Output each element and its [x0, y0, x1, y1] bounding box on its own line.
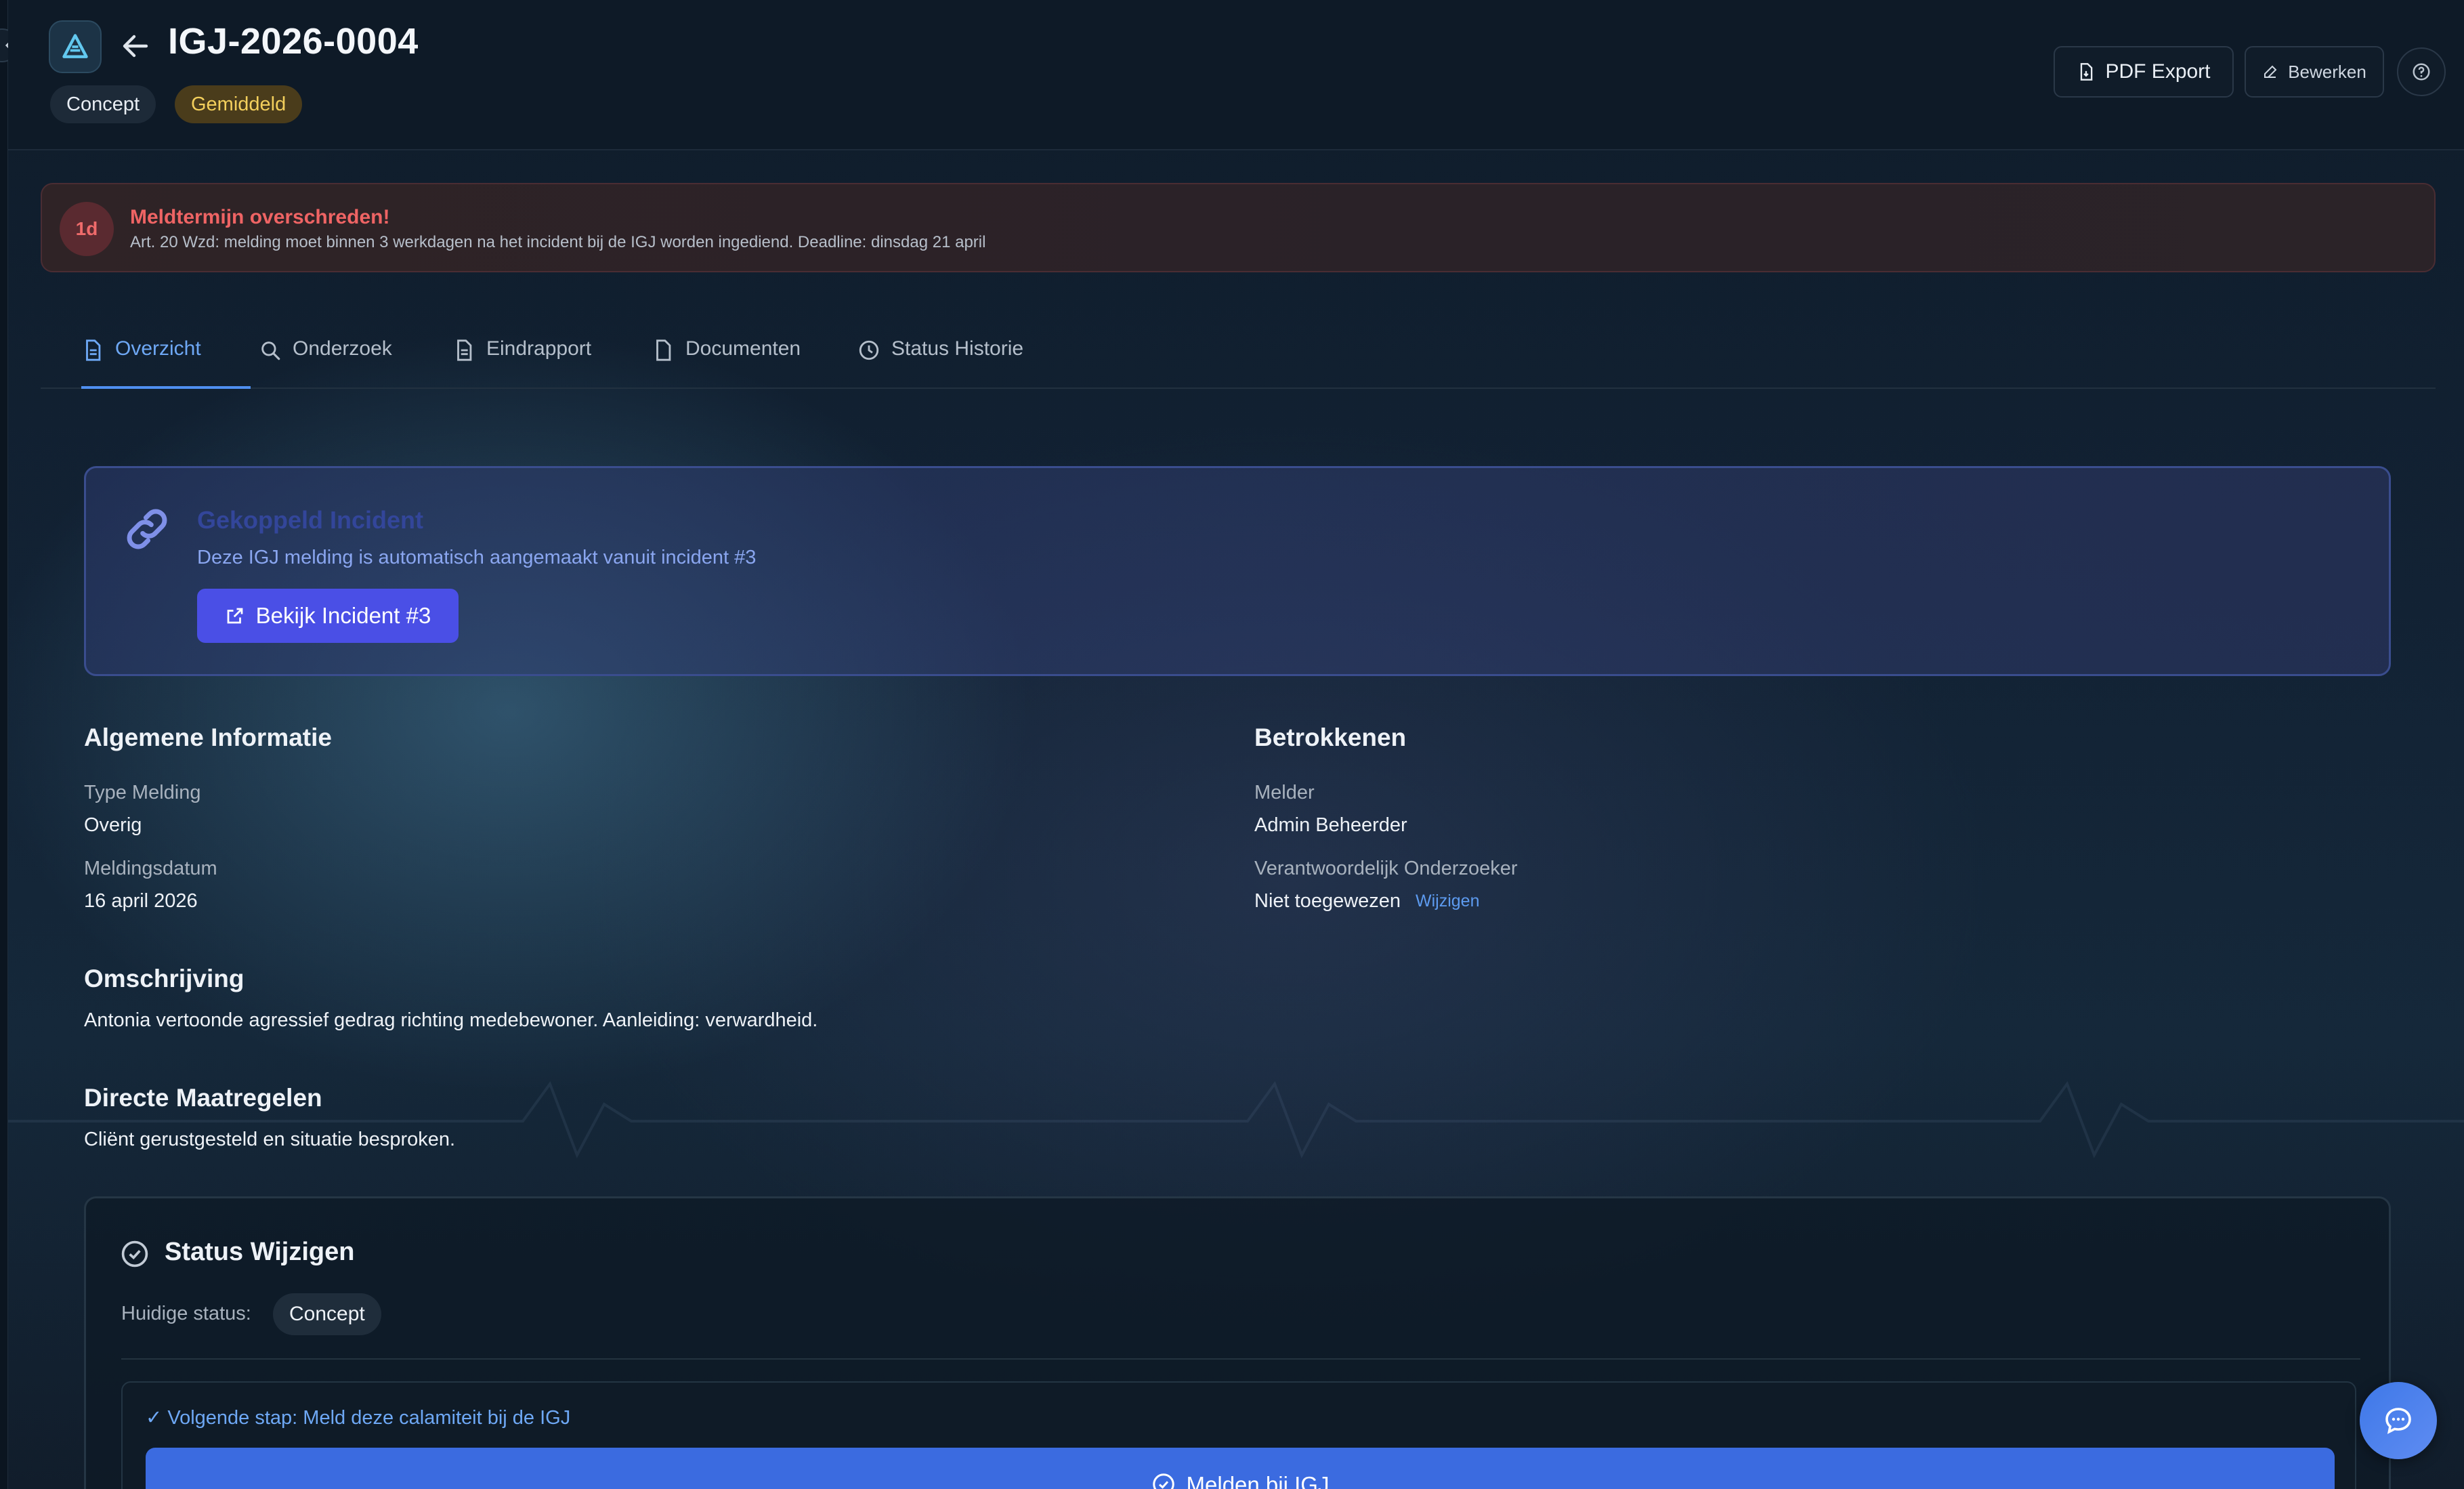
tab-status-historie[interactable]: Status Historie [857, 337, 1023, 389]
help-icon [2413, 63, 2430, 81]
edit-icon [2264, 65, 2277, 78]
tab-label: Documenten [685, 337, 801, 360]
days-overdue-badge: 1d [60, 202, 114, 256]
change-investigator-link[interactable]: Wijzigen [1416, 892, 1479, 911]
next-step-box: ✓ Volgende stap: Meld deze calamiteit bi… [121, 1381, 2356, 1489]
next-step-text: ✓ Volgende stap: Meld deze calamiteit bi… [146, 1407, 571, 1429]
divider [121, 1358, 2360, 1360]
current-status-label: Huidige status: [121, 1303, 251, 1324]
current-status-badge: Concept [273, 1293, 381, 1335]
date-value: 16 april 2026 [84, 890, 198, 912]
logo-icon [62, 34, 88, 58]
status-badge: Concept [50, 85, 156, 123]
chat-button[interactable] [2360, 1382, 2437, 1459]
linked-incident-title: Gekoppeld Incident [197, 506, 424, 534]
external-link-icon [227, 608, 243, 624]
linked-incident-card: Gekoppeld Incident Deze IGJ melding is a… [84, 466, 2391, 676]
measures-text: Cliënt gerustgesteld en situatie besprok… [84, 1129, 456, 1150]
description-heading: Omschrijving [84, 965, 245, 992]
tab-label: Onderzoek [293, 337, 392, 360]
link-icon [127, 509, 167, 549]
reporter-value: Admin Beheerder [1254, 814, 1407, 836]
reporter-label: Melder [1254, 782, 1315, 803]
chat-bubble-icon [2385, 1408, 2411, 1434]
tab-bar: Overzicht Onderzoek Eindrapport Document… [41, 318, 2436, 389]
linked-incident-description: Deze IGJ melding is automatisch aangemaa… [197, 547, 757, 568]
tab-overzicht[interactable]: Overzicht [81, 337, 251, 389]
check-circle-icon [1152, 1473, 1174, 1489]
help-button[interactable] [2397, 47, 2446, 96]
page-header: IGJ-2026-0004 Concept Gemiddeld PDF Expo… [8, 0, 2464, 150]
alert-text: Art. 20 Wzd: melding moet binnen 3 werkd… [130, 233, 986, 251]
tab-documenten[interactable]: Documenten [652, 337, 801, 389]
report-to-igj-button[interactable]: Melden bij IGJ [146, 1448, 2335, 1489]
view-incident-button[interactable]: Bekijk Incident #3 [197, 589, 459, 643]
app-logo[interactable] [49, 20, 102, 73]
status-change-heading: Status Wijzigen [165, 1238, 355, 1266]
file-icon [656, 339, 671, 361]
tab-label: Eindrapport [486, 337, 592, 360]
back-arrow-icon[interactable] [119, 30, 152, 62]
check-circle-icon [121, 1240, 148, 1267]
investigator-label: Verantwoordelijk Onderzoeker [1254, 858, 1518, 879]
edit-label: Bewerken [2288, 61, 2366, 82]
tab-label: Overzicht [115, 337, 201, 360]
description-text: Antonia vertoonde agressief gedrag richt… [84, 1009, 818, 1031]
document-icon [457, 339, 472, 361]
page-title: IGJ-2026-0004 [168, 21, 419, 62]
search-icon [261, 341, 280, 360]
investigator-value: Niet toegewezen [1254, 890, 1401, 912]
involved-heading: Betrokkenen [1254, 723, 1407, 751]
tab-onderzoek[interactable]: Onderzoek [259, 337, 392, 389]
view-incident-label: Bekijk Incident #3 [255, 603, 431, 628]
sidebar-edge [0, 0, 8, 1489]
pdf-export-label: PDF Export [2105, 60, 2211, 83]
date-label: Meldingsdatum [84, 858, 217, 879]
report-to-igj-label: Melden bij IGJ [1186, 1472, 1330, 1489]
status-change-card: Status Wijzigen Huidige status: Concept … [84, 1196, 2391, 1489]
file-download-icon [2081, 63, 2093, 81]
type-label: Type Melding [84, 782, 201, 803]
heartbeat-decoration [8, 1081, 2464, 1158]
general-info-heading: Algemene Informatie [84, 723, 332, 751]
document-icon [86, 339, 101, 361]
type-value: Overig [84, 814, 142, 836]
pdf-export-button[interactable]: PDF Export [2054, 46, 2234, 98]
severity-badge: Gemiddeld [175, 85, 303, 123]
alert-title: Meldtermijn overschreden! [130, 206, 390, 228]
tab-label: Status Historie [891, 337, 1024, 360]
edit-button[interactable]: Bewerken [2245, 46, 2384, 98]
clock-icon [859, 340, 879, 360]
tab-eindrapport[interactable]: Eindrapport [452, 337, 591, 389]
measures-heading: Directe Maatregelen [84, 1084, 322, 1112]
deadline-alert: 1d Meldtermijn overschreden! Art. 20 Wzd… [41, 183, 2436, 272]
